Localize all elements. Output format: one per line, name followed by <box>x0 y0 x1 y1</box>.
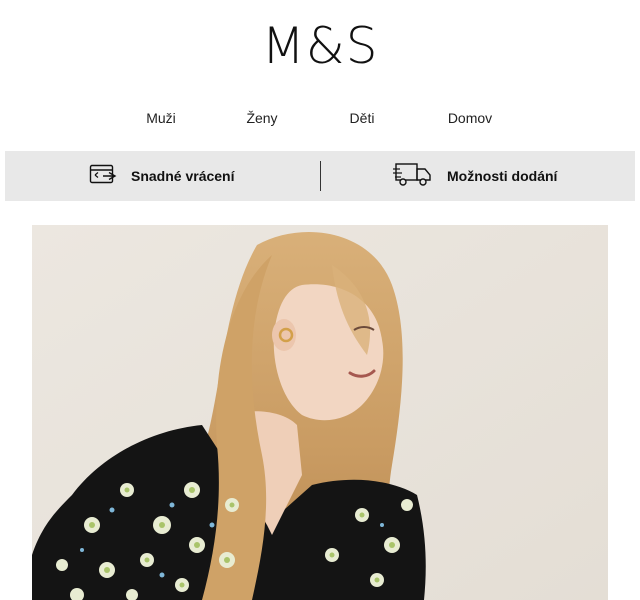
nav-item-women[interactable]: Ženy <box>246 106 277 130</box>
delivery-options-link[interactable]: Možnosti dodání <box>393 151 557 201</box>
hero-illustration <box>32 225 608 600</box>
brand-logo[interactable]: M&S <box>0 14 640 78</box>
easy-returns-label: Snadné vrácení <box>131 168 235 184</box>
benefits-bar: Snadné vrácení Možnosti dodání <box>5 151 635 201</box>
hero-image[interactable] <box>32 225 608 600</box>
delivery-truck-icon <box>393 160 433 193</box>
easy-returns-link[interactable]: Snadné vrácení <box>89 151 235 201</box>
delivery-options-label: Možnosti dodání <box>447 168 558 184</box>
return-card-icon <box>89 162 117 191</box>
nav-item-men[interactable]: Muži <box>146 106 176 130</box>
nav-item-home[interactable]: Domov <box>448 106 492 130</box>
nav-item-kids[interactable]: Děti <box>350 106 375 130</box>
benefits-divider <box>320 161 321 191</box>
category-nav: Muži Ženy Děti Domov <box>0 106 640 130</box>
email-page: M&S Muži Ženy Děti Domov Snadné vrácení <box>0 0 640 600</box>
